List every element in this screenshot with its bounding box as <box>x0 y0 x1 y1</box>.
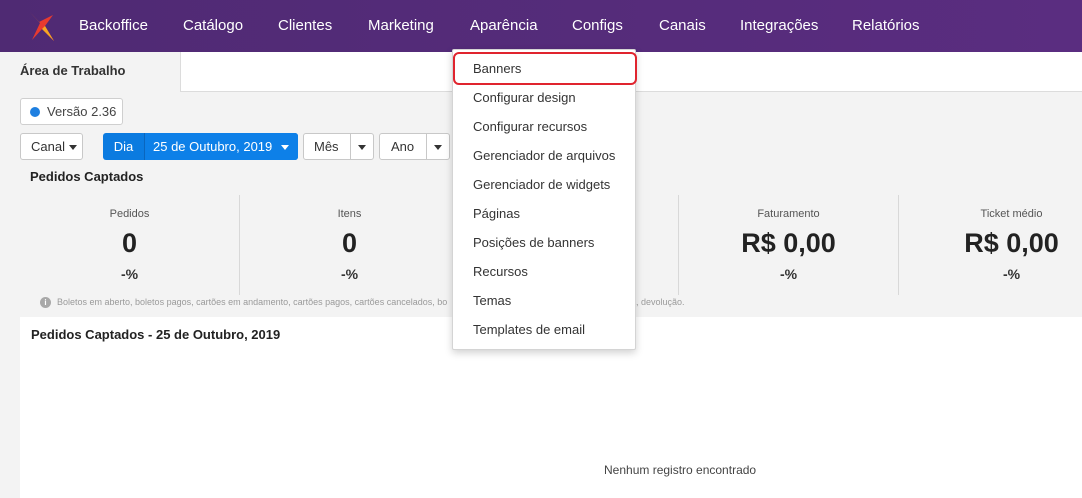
nav-item-configs[interactable]: Configs <box>572 0 623 52</box>
stat-percent: -% <box>120 266 139 282</box>
stat-faturamento: Faturamento R$ 0,00 -% <box>679 195 898 295</box>
menu-item-temas[interactable]: Temas <box>453 286 635 315</box>
chevron-down-icon <box>434 145 442 151</box>
nav-item-canais[interactable]: Canais <box>659 0 706 52</box>
menu-item-configurar-design[interactable]: Configurar design <box>453 83 635 112</box>
mes-dropdown-toggle[interactable] <box>350 134 373 159</box>
status-dot-icon <box>30 107 40 117</box>
footnote-text-end: , devolução. <box>636 297 685 307</box>
stat-percent: -% <box>340 266 359 282</box>
empty-state-message: Nenhum registro encontrado <box>604 463 757 477</box>
canal-dropdown-button[interactable]: Canal <box>20 133 83 160</box>
menu-item-gerenciador-widgets[interactable]: Gerenciador de widgets <box>453 170 635 199</box>
ano-selector[interactable]: Ano <box>379 133 450 160</box>
stat-percent: -% <box>779 266 798 282</box>
stat-label: Ticket médio <box>980 208 1043 220</box>
nav-item-clientes[interactable]: Clientes <box>278 0 332 52</box>
chevron-down-icon <box>358 145 366 151</box>
version-badge: Versão 2.36 <box>20 98 123 125</box>
tab-area-de-trabalho[interactable]: Área de Trabalho <box>0 52 181 92</box>
nav-item-relatorios[interactable]: Relatórios <box>852 0 920 52</box>
menu-item-paginas[interactable]: Páginas <box>453 199 635 228</box>
stat-ticket-medio: Ticket médio R$ 0,00 -% <box>902 195 1082 295</box>
footnote-text: Boletos em aberto, boletos pagos, cartõe… <box>57 297 448 307</box>
nav-item-marketing[interactable]: Marketing <box>368 0 434 52</box>
stat-percent: -% <box>1002 266 1021 282</box>
nav-item-backoffice[interactable]: Backoffice <box>79 0 148 52</box>
aparencia-dropdown-menu: Banners Configurar design Configurar rec… <box>452 49 637 350</box>
menu-item-recursos[interactable]: Recursos <box>453 257 635 286</box>
canal-label: Canal <box>31 139 65 154</box>
stat-value: 0 <box>341 228 358 258</box>
menu-item-banners[interactable]: Banners <box>453 52 637 85</box>
mes-label: Mês <box>314 139 339 154</box>
info-icon: i <box>40 297 51 308</box>
ano-label: Ano <box>391 139 415 154</box>
stat-label: Pedidos <box>109 208 150 220</box>
menu-item-posicoes-banners[interactable]: Posições de banners <box>453 228 635 257</box>
stat-itens: Itens 0 -% <box>240 195 459 295</box>
day-selector[interactable]: Dia 25 de Outubro, 2019 <box>103 133 298 160</box>
panel-title: Pedidos Captados - 25 de Outubro, 2019 <box>31 327 281 342</box>
date-value: 25 de Outubro, 2019 <box>153 139 273 154</box>
nav-item-integracoes[interactable]: Integrações <box>740 0 818 52</box>
menu-item-templates-email[interactable]: Templates de email <box>453 315 635 344</box>
date-picker-button[interactable]: 25 de Outubro, 2019 <box>145 133 298 160</box>
stat-value: R$ 0,00 <box>964 228 1059 258</box>
stat-label: Itens <box>337 208 362 220</box>
brand-logo-icon[interactable] <box>26 9 56 43</box>
chevron-down-icon <box>68 145 77 151</box>
nav-item-catalogo[interactable]: Catálogo <box>183 0 243 52</box>
section-title-pedidos-captados: Pedidos Captados <box>30 169 144 184</box>
version-label: Versão 2.36 <box>47 104 117 119</box>
menu-item-configurar-recursos[interactable]: Configurar recursos <box>453 112 635 141</box>
stat-pedidos: Pedidos 0 -% <box>20 195 239 295</box>
nav-item-aparencia[interactable]: Aparência <box>470 0 538 52</box>
stat-value: R$ 0,00 <box>741 228 836 258</box>
stat-value: 0 <box>121 228 138 258</box>
stat-divider <box>898 195 899 295</box>
dia-button[interactable]: Dia <box>103 133 145 160</box>
chevron-down-icon[interactable] <box>281 145 289 150</box>
mes-selector[interactable]: Mês <box>303 133 374 160</box>
stat-label: Faturamento <box>757 208 820 220</box>
ano-dropdown-toggle[interactable] <box>426 134 449 159</box>
menu-item-gerenciador-arquivos[interactable]: Gerenciador de arquivos <box>453 141 635 170</box>
top-navigation-bar: Backoffice Catálogo Clientes Marketing A… <box>0 0 1082 52</box>
